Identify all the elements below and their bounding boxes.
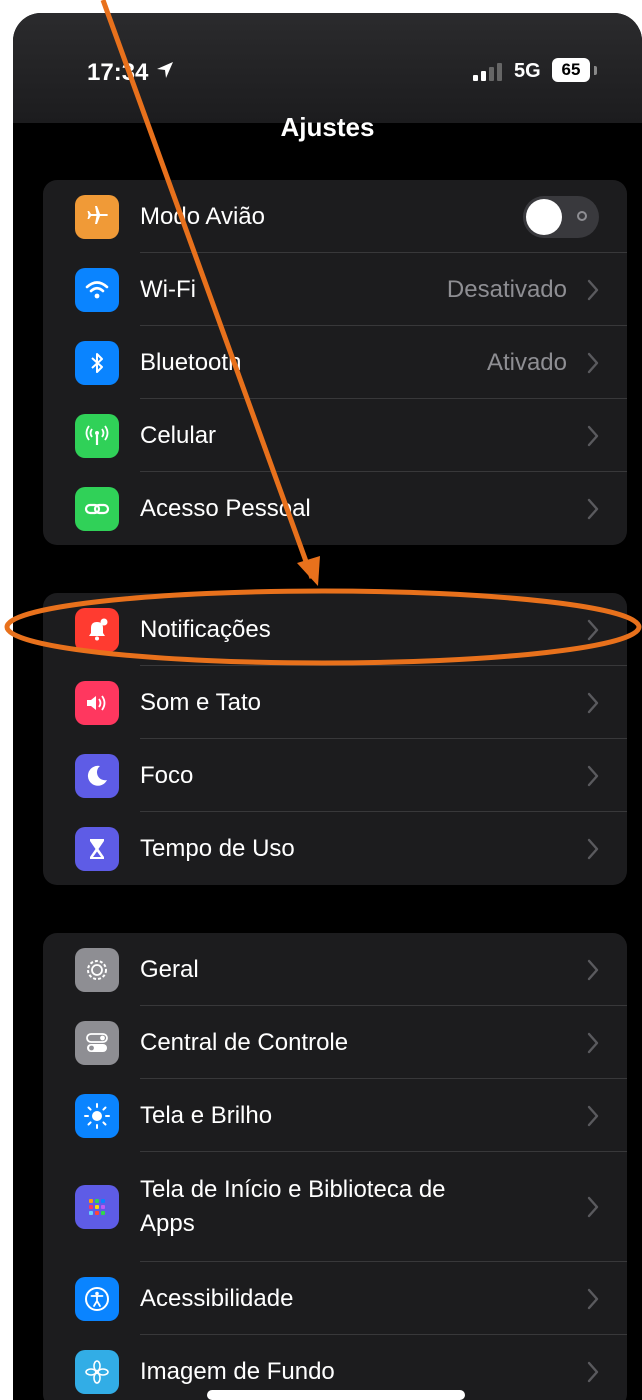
chevron-right-icon xyxy=(587,838,599,859)
settings-group-1: Modo Avião Wi-Fi Desativado Bluetooth Ativad… xyxy=(43,180,627,545)
settings-row-label: Tempo de Uso xyxy=(140,834,295,862)
settings-row-label: Foco xyxy=(140,761,194,789)
settings-row-tempo-de-uso[interactable]: Tempo de Uso xyxy=(43,812,627,885)
settings-row-label: Imagem de Fundo xyxy=(140,1357,335,1385)
settings-row-label: Bluetooth xyxy=(140,348,242,376)
settings-row-label: Modo Avião xyxy=(140,202,265,230)
network-type: 5G xyxy=(514,60,541,82)
battery-icon xyxy=(594,66,597,75)
settings-row-wi-fi[interactable]: Wi-Fi Desativado xyxy=(43,253,627,326)
settings-row-label: Notificações xyxy=(140,615,271,643)
settings-row-modo-aviao[interactable]: Modo Avião xyxy=(43,180,627,253)
chevron-right-icon xyxy=(587,1361,599,1382)
location-arrow-icon xyxy=(157,62,173,78)
settings-row-value: Ativado xyxy=(486,348,567,376)
chevron-right-icon xyxy=(587,498,599,519)
chevron-right-icon xyxy=(587,1196,599,1218)
settings-row-foco[interactable]: Foco xyxy=(43,739,627,812)
phone-screen: 17:34 5G 65 Ajustes Modo Avião Wi-Fi Desat… xyxy=(13,13,642,1400)
settings-row-tela-de-inicio-e-biblioteca-de-apps[interactable]: Tela de Início e Biblioteca de Apps xyxy=(43,1152,627,1262)
accessibility-icon xyxy=(75,1276,119,1321)
settings-row-label: Tela de Início e Biblioteca de Apps xyxy=(140,1176,446,1237)
chevron-right-icon xyxy=(587,425,599,446)
settings-row-label: Celular xyxy=(140,421,217,449)
gear-icon xyxy=(75,947,119,992)
switches-icon xyxy=(75,1020,119,1065)
settings-row-label: Acessibilidade xyxy=(140,1284,294,1312)
settings-row-label: Som e Tato xyxy=(140,688,261,716)
chevron-right-icon xyxy=(587,352,599,373)
settings-row-acessibilidade[interactable]: Acessibilidade xyxy=(43,1262,627,1335)
settings-row-acesso-pessoal[interactable]: Acesso Pessoal xyxy=(43,472,627,545)
chevron-right-icon xyxy=(587,1105,599,1126)
airplane-icon xyxy=(75,194,119,239)
notification-bell-icon xyxy=(75,607,119,652)
app-grid-icon xyxy=(75,1185,119,1229)
settings-row-celular[interactable]: Celular xyxy=(43,399,627,472)
antenna-icon xyxy=(75,413,119,458)
airplane-mode-toggle[interactable] xyxy=(523,195,599,238)
battery-level: 65 xyxy=(552,58,590,82)
settings-row-geral[interactable]: Geral xyxy=(43,933,627,1006)
status-bar: 17:34 5G 65 Ajustes xyxy=(13,13,642,142)
settings-row-label: Wi-Fi xyxy=(140,275,196,303)
home-indicator[interactable] xyxy=(207,1390,465,1400)
wifi-icon xyxy=(75,267,119,312)
flower-icon xyxy=(75,1349,119,1394)
moon-icon xyxy=(75,753,119,798)
chevron-right-icon xyxy=(587,279,599,300)
settings-row-bluetooth[interactable]: Bluetooth Ativado xyxy=(43,326,627,399)
hourglass-icon xyxy=(75,826,119,871)
settings-row-label: Central de Controle xyxy=(140,1028,349,1056)
settings-row-value: Desativado xyxy=(446,275,567,303)
status-time: 17:34 xyxy=(87,59,149,86)
chevron-right-icon xyxy=(587,1032,599,1053)
chevron-right-icon xyxy=(587,619,599,640)
link-icon xyxy=(75,486,119,531)
settings-row-notificacoes[interactable]: Notificações xyxy=(43,593,627,666)
chevron-right-icon xyxy=(587,692,599,713)
toggle-knob xyxy=(526,198,562,235)
settings-group-2: Notificações Som e Tato Foco Tempo de Uso xyxy=(43,593,627,885)
sun-icon xyxy=(75,1093,119,1138)
bluetooth-icon xyxy=(75,340,119,385)
settings-row-label: Acesso Pessoal xyxy=(140,494,311,522)
settings-group-3: Geral Central de Controle Tela e Brilho Tel… xyxy=(43,933,627,1400)
settings-row-label: Tela e Brilho xyxy=(140,1101,273,1129)
settings-row-tela-e-brilho[interactable]: Tela e Brilho xyxy=(43,1079,627,1152)
chevron-right-icon xyxy=(587,1288,599,1309)
speaker-icon xyxy=(75,680,119,725)
settings-row-label: Geral xyxy=(140,955,199,983)
settings-row-som-e-tato[interactable]: Som e Tato xyxy=(43,666,627,739)
chevron-right-icon xyxy=(587,959,599,980)
settings-row-central-de-controle[interactable]: Central de Controle xyxy=(43,1006,627,1079)
toggle-off-indicator-icon xyxy=(577,210,587,221)
page-title: Ajustes xyxy=(280,112,375,142)
cellular-signal-icon xyxy=(473,63,502,81)
chevron-right-icon xyxy=(587,765,599,786)
